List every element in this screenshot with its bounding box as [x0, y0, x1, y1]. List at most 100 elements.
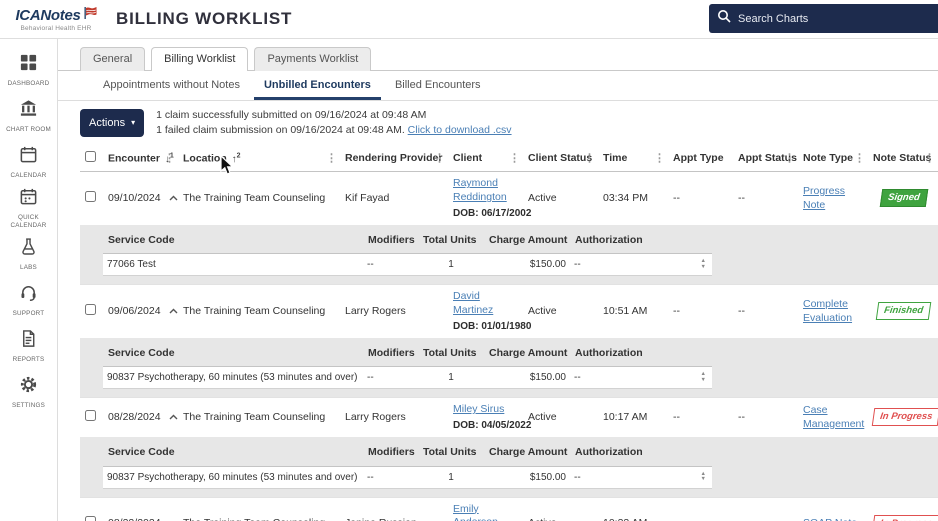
- col-label: Location: [183, 152, 227, 165]
- authorization-spinner[interactable]: ▲ ▼: [701, 372, 706, 383]
- chevron-up-icon[interactable]: [169, 411, 178, 425]
- worklist-table: Encounter ↓1 ⋮ Location ↑2 ⋮ Rendering P…: [80, 145, 938, 521]
- column-menu-icon[interactable]: ⋮: [854, 152, 865, 165]
- chevron-up-icon[interactable]: [169, 305, 178, 319]
- sidebar-item-reports[interactable]: REPORTS: [0, 323, 57, 369]
- sidebar-item-settings[interactable]: SETTINGS: [0, 369, 57, 415]
- spinner-down-icon[interactable]: ▼: [701, 477, 706, 483]
- detail-col-charge-amount: Charge Amount: [484, 227, 570, 255]
- note-status-badge: Signed: [879, 189, 928, 208]
- spinner-down-icon[interactable]: ▼: [701, 264, 706, 271]
- col-header-client-status[interactable]: Client Status ⋮: [523, 145, 598, 173]
- table-row[interactable]: 09/10/2024 The Training Team Counseling …: [80, 172, 938, 225]
- sidebar-item-calendar[interactable]: CALENDAR: [0, 139, 57, 185]
- authorization-value: --: [574, 471, 581, 483]
- provider-cell: Larry Rogers: [340, 397, 448, 437]
- column-menu-icon[interactable]: ⋮: [326, 152, 337, 165]
- col-header-appt-status[interactable]: Appt Status ⋮: [733, 145, 798, 173]
- col-header-location[interactable]: Location ↑2 ⋮: [178, 145, 340, 173]
- reports-document-icon: [19, 329, 38, 353]
- col-header-encounter[interactable]: Encounter ↓1 ⋮: [103, 145, 178, 173]
- col-header-note-status[interactable]: Note Status ⋮: [868, 145, 938, 173]
- detail-col-charge-amount: Charge Amount: [484, 340, 570, 368]
- client-link[interactable]: Raymond Reddington: [453, 177, 507, 203]
- top-header: ICANotes Behavioral Health EHR BILLING W…: [0, 0, 938, 39]
- tab-billing-worklist[interactable]: Billing Worklist: [151, 47, 249, 71]
- sidebar-item-labs[interactable]: LABS: [0, 231, 57, 277]
- col-header-note-type[interactable]: Note Type ⋮: [798, 145, 868, 173]
- row-checkbox[interactable]: [85, 303, 96, 315]
- select-all-checkbox[interactable]: [85, 151, 96, 163]
- actions-button[interactable]: Actions ▾: [80, 109, 145, 138]
- note-type-link[interactable]: SOAP Note: [803, 517, 857, 521]
- encounter-detail-row: Service Code Modifiers Total Units Charg…: [80, 337, 938, 398]
- spinner-down-icon[interactable]: ▼: [701, 377, 706, 384]
- service-detail-data-row: 90837 Psychotherapy, 60 minutes (53 minu…: [103, 465, 712, 489]
- chart-room-icon: [19, 99, 38, 123]
- time-cell: 10:17 AM: [598, 397, 668, 437]
- note-status-badge: In Progress: [871, 514, 938, 521]
- primary-tab-bar: General Billing Worklist Payments Workli…: [58, 39, 938, 71]
- time-cell: 10:51 AM: [598, 284, 668, 338]
- table-header-row: Encounter ↓1 ⋮ Location ↑2 ⋮ Rendering P…: [80, 145, 938, 173]
- actions-button-label: Actions: [89, 117, 126, 130]
- row-checkbox[interactable]: [85, 515, 96, 521]
- table-row[interactable]: 08/28/2024 The Training Team Counseling …: [80, 397, 938, 437]
- column-menu-icon[interactable]: ⋮: [509, 152, 520, 165]
- client-link[interactable]: Emily Anderson: [453, 503, 498, 521]
- sidebar-item-dashboard[interactable]: DASHBOARD: [0, 47, 57, 93]
- col-label: Client: [453, 152, 483, 165]
- column-menu-icon[interactable]: ⋮: [654, 152, 665, 165]
- sidebar-label: REPORTS: [12, 355, 45, 363]
- column-menu-icon[interactable]: ⋮: [434, 152, 445, 165]
- modifiers-cell: --: [363, 366, 418, 390]
- col-header-rendering-provider[interactable]: Rendering Provider ⋮: [340, 145, 448, 173]
- note-type-link[interactable]: Progress Note: [803, 185, 845, 211]
- sidebar-item-chart-room[interactable]: CHART ROOM: [0, 93, 57, 139]
- total-units-cell: 1: [418, 465, 484, 489]
- row-checkbox[interactable]: [85, 409, 96, 421]
- dashboard-icon: [19, 53, 38, 77]
- sidebar-item-support[interactable]: SUPPORT: [0, 277, 57, 323]
- sidebar-label: DASHBOARD: [7, 79, 50, 87]
- tab-unbilled-encounters[interactable]: Unbilled Encounters: [253, 71, 381, 100]
- column-menu-icon[interactable]: ⋮: [584, 152, 595, 165]
- col-header-client[interactable]: Client ⋮: [448, 145, 523, 173]
- table-row[interactable]: 08/22/2024 The Training Team Counseling …: [80, 496, 938, 521]
- client-link[interactable]: David Martinez: [453, 290, 493, 316]
- sidebar-item-quick-calendar[interactable]: QUICK CALENDAR: [0, 185, 57, 231]
- tab-general[interactable]: General: [80, 47, 146, 71]
- detail-col-modifiers: Modifiers: [363, 227, 418, 255]
- sort-indicator-location[interactable]: ↑2: [232, 152, 241, 164]
- sidebar-label: QUICK CALENDAR: [10, 213, 47, 229]
- icanotes-logo[interactable]: ICANotes Behavioral Health EHR: [8, 6, 104, 32]
- quick-calendar-icon: [19, 187, 38, 211]
- col-header-time[interactable]: Time ⋮: [598, 145, 668, 173]
- column-menu-icon[interactable]: ⋮: [924, 152, 935, 165]
- note-type-link[interactable]: Case Management: [803, 404, 864, 430]
- labs-flask-icon: [19, 237, 38, 261]
- download-csv-link[interactable]: Click to download .csv: [408, 124, 512, 136]
- col-header-appt-type[interactable]: Appt Type: [668, 145, 733, 173]
- encounter-detail-row: Service Code Modifiers Total Units Charg…: [80, 224, 938, 285]
- chevron-up-icon[interactable]: [169, 192, 178, 206]
- authorization-spinner[interactable]: ▲ ▼: [701, 471, 706, 483]
- client-link[interactable]: Miley Sirus: [453, 403, 504, 415]
- appt-type-cell: --: [668, 496, 733, 521]
- secondary-tab-bar: Appointments without Notes Unbilled Enco…: [58, 71, 938, 101]
- status-messages: 1 claim successfully submitted on 09/16/…: [156, 108, 511, 138]
- column-menu-icon[interactable]: ⋮: [164, 152, 175, 165]
- note-type-link[interactable]: Complete Evaluation: [803, 298, 852, 324]
- search-input[interactable]: Search Charts: [709, 4, 938, 33]
- table-row[interactable]: 09/06/2024 The Training Team Counseling …: [80, 284, 938, 338]
- location-cell: The Training Team Counseling: [178, 496, 340, 521]
- row-checkbox[interactable]: [85, 190, 96, 202]
- tab-payments-worklist[interactable]: Payments Worklist: [254, 47, 372, 71]
- location-cell: The Training Team Counseling: [178, 397, 340, 437]
- tab-billed-encounters[interactable]: Billed Encounters: [385, 71, 491, 100]
- column-menu-icon[interactable]: ⋮: [784, 152, 795, 165]
- authorization-spinner[interactable]: ▲ ▼: [701, 259, 706, 270]
- client-status-cell: Active: [523, 397, 598, 437]
- detail-col-service-code: Service Code: [103, 340, 363, 368]
- tab-appointments-without-notes[interactable]: Appointments without Notes: [93, 71, 250, 100]
